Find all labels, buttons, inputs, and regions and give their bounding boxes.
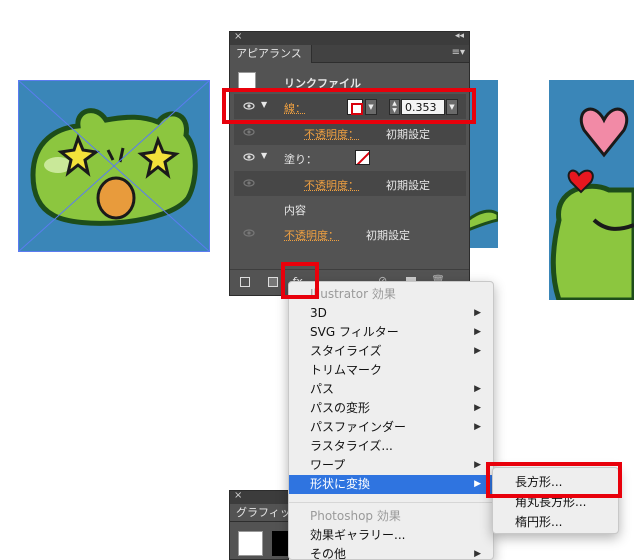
menu-item-label: トリムマーク xyxy=(310,363,383,377)
submenu-arrow-icon: ▶ xyxy=(474,403,481,413)
submenu-item-rectangle[interactable]: 長方形... xyxy=(493,473,618,492)
stroke-color-swatch[interactable] xyxy=(347,99,363,115)
submenu-arrow-icon: ▶ xyxy=(474,308,481,318)
menu-item-label: パス xyxy=(310,382,335,396)
graphic-style-swatch-black[interactable] xyxy=(272,531,288,556)
frog-heart-illustration xyxy=(550,107,634,300)
stroke-weight-input[interactable]: 0.353 xyxy=(401,99,445,115)
stroke-opacity-label[interactable]: 不透明度： xyxy=(304,126,359,142)
tab-appearance[interactable]: アピアランス xyxy=(230,45,312,63)
appearance-panel: × ◂◂ アピアランス ≡▾ リンクファイル ▼ 線： ▼ ▲ ▼ 0.353 ▼… xyxy=(229,31,470,296)
fill-color-swatch[interactable] xyxy=(355,150,370,165)
opacity-label[interactable]: 不透明度： xyxy=(284,227,339,243)
menu-item-path[interactable]: パス ▶ xyxy=(289,380,493,399)
artwork-frog-right[interactable] xyxy=(549,80,634,300)
stroke-color-dropdown[interactable]: ▼ xyxy=(365,99,377,115)
menu-item-label: 形状に変換 xyxy=(310,477,371,491)
eye-icon[interactable] xyxy=(243,126,255,138)
submenu-item-ellipse[interactable]: 楕円形... xyxy=(493,513,618,532)
submenu-arrow-icon: ▶ xyxy=(474,479,481,489)
artwork-frog-left[interactable] xyxy=(18,80,210,252)
eye-icon[interactable] xyxy=(243,100,255,112)
panel-menu-icon[interactable]: ≡▾ xyxy=(452,47,465,58)
thumbnail xyxy=(238,72,256,90)
frog-edge-illustration xyxy=(468,209,498,232)
frog-face-illustration xyxy=(18,80,210,252)
menu-item-label: ワープ xyxy=(310,458,346,472)
menu-item-distort-transform[interactable]: パスの変形 ▶ xyxy=(289,399,493,418)
disclosure-triangle-icon[interactable]: ▼ xyxy=(261,100,267,109)
menu-item-3d[interactable]: 3D ▶ xyxy=(289,304,493,323)
panel-titlebar: × ◂◂ xyxy=(230,31,469,45)
graphic-style-swatch-default[interactable] xyxy=(238,531,263,556)
tab-graphic-styles[interactable]: グラフィック xyxy=(230,504,288,522)
menu-item-label: SVG フィルター xyxy=(310,325,399,339)
submenu-arrow-icon: ▶ xyxy=(474,327,481,337)
fill-label[interactable]: 塗り： xyxy=(284,151,317,167)
submenu-arrow-icon: ▶ xyxy=(474,384,481,394)
menu-item-stylize[interactable]: スタイライズ ▶ xyxy=(289,342,493,361)
menu-item-label: その他 xyxy=(310,547,347,560)
menu-header-illustrator: Illustrator 効果 xyxy=(310,287,396,301)
fill-opacity-label[interactable]: 不透明度： xyxy=(304,177,359,193)
contents-label: 内容 xyxy=(284,204,306,217)
linked-file-label: リンクファイル xyxy=(284,77,361,90)
submenu-arrow-icon: ▶ xyxy=(474,549,481,559)
eye-icon[interactable] xyxy=(243,177,255,189)
opacity-row[interactable]: 不透明度： 初期設定 xyxy=(234,221,466,246)
collapse-icon[interactable]: ◂◂ xyxy=(455,31,464,41)
stroke-weight-dropdown[interactable]: ▼ xyxy=(446,99,458,115)
submenu-arrow-icon: ▶ xyxy=(474,346,481,356)
menu-item-other[interactable]: その他 ▶ xyxy=(289,545,493,560)
menu-item-warp[interactable]: ワープ ▶ xyxy=(289,456,493,475)
stroke-row[interactable]: ▼ 線： ▼ ▲ ▼ 0.353 ▼ xyxy=(234,94,466,119)
menu-item-effect-gallery[interactable]: 効果ギャラリー... xyxy=(289,526,493,545)
menu-item-label: パスファインダー xyxy=(310,420,407,434)
stroke-opacity-row[interactable]: 不透明度： 初期設定 xyxy=(234,120,466,145)
opacity-value: 初期設定 xyxy=(366,229,410,242)
add-stroke-icon[interactable] xyxy=(240,277,250,287)
menu-separator xyxy=(289,502,493,503)
close-icon[interactable]: × xyxy=(234,491,242,501)
menu-item-trim-marks[interactable]: トリムマーク xyxy=(289,361,493,380)
fill-opacity-row[interactable]: 不透明度： 初期設定 xyxy=(234,171,466,196)
panel-titlebar: × xyxy=(230,491,288,504)
stroke-label[interactable]: 線： xyxy=(284,100,306,116)
eye-icon[interactable] xyxy=(243,151,255,163)
menu-item-label: 効果ギャラリー... xyxy=(310,528,406,542)
fill-row[interactable]: ▼ 塗り： xyxy=(234,145,466,170)
close-icon[interactable]: × xyxy=(234,31,242,42)
fill-opacity-value: 初期設定 xyxy=(386,179,430,192)
submenu-arrow-icon: ▶ xyxy=(474,422,481,432)
menu-item-rasterize[interactable]: ラスタライズ... xyxy=(289,437,493,456)
effect-menu: Illustrator 効果 3D ▶ SVG フィルター ▶ スタイライズ ▶ トリ… xyxy=(288,281,494,560)
eye-icon[interactable] xyxy=(243,227,255,239)
menu-header-photoshop: Photoshop 効果 xyxy=(310,509,401,523)
contents-row[interactable]: 内容 xyxy=(234,196,466,221)
submenu-item-rounded-rectangle[interactable]: 角丸長方形... xyxy=(493,493,618,512)
stroke-weight-stepper[interactable]: ▲ ▼ xyxy=(389,99,400,115)
convert-to-shape-submenu: 長方形... 角丸長方形... 楕円形... xyxy=(492,467,619,534)
add-fill-icon[interactable] xyxy=(268,277,278,287)
disclosure-triangle-icon[interactable]: ▼ xyxy=(261,151,267,160)
menu-item-label: 3D xyxy=(310,306,327,320)
stroke-opacity-value: 初期設定 xyxy=(386,128,430,141)
artwork-frog-middle[interactable] xyxy=(468,80,498,248)
menu-item-label: パスの変形 xyxy=(310,401,371,415)
panel-tabbar: アピアランス ≡▾ xyxy=(230,45,469,63)
graphic-styles-panel: × グラフィック xyxy=(229,490,289,560)
menu-item-svg-filter[interactable]: SVG フィルター ▶ xyxy=(289,323,493,342)
menu-item-convert-to-shape[interactable]: 形状に変換 ▶ xyxy=(289,475,493,494)
menu-item-label: スタイライズ xyxy=(310,344,382,358)
linked-file-row[interactable]: リンクファイル xyxy=(234,69,466,94)
menu-item-label: ラスタライズ... xyxy=(310,439,393,453)
submenu-arrow-icon: ▶ xyxy=(474,460,481,470)
menu-item-pathfinder[interactable]: パスファインダー ▶ xyxy=(289,418,493,437)
